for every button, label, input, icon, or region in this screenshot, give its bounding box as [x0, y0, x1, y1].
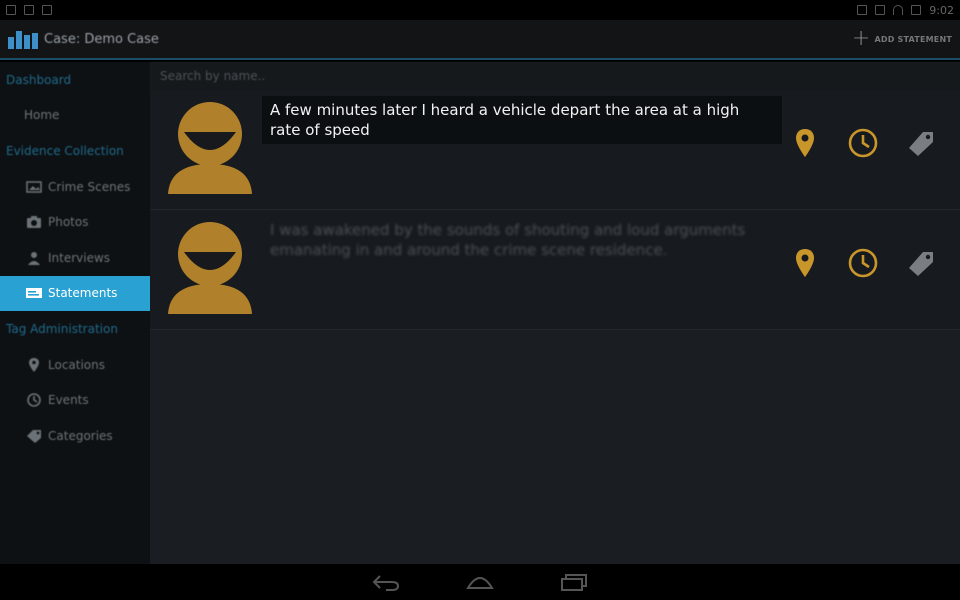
system-nav-bar: [0, 564, 960, 600]
home-icon[interactable]: [464, 570, 496, 594]
sidebar-item-interviews[interactable]: Interviews: [0, 240, 150, 276]
battery-icon: [911, 5, 922, 15]
sidebar-item-label: Events: [48, 393, 89, 408]
statement-icon: [26, 286, 42, 300]
sidebar-item-crime-scenes[interactable]: Crime Scenes: [0, 169, 150, 205]
case-app-icon: [8, 29, 38, 49]
sidebar-item-home[interactable]: Home: [0, 98, 150, 134]
sidebar-item-label: Locations: [48, 357, 106, 372]
sidebar-item-events[interactable]: Events: [0, 382, 150, 418]
statement-text[interactable]: A few minutes later I heard a vehicle de…: [262, 96, 782, 144]
clock-time: 9:02: [929, 3, 954, 17]
download-icon: [24, 5, 34, 15]
sidebar-item-label: Statements: [48, 286, 118, 301]
add-statement-label: ADD STATEMENT: [874, 34, 952, 44]
app-home[interactable]: Case: Demo Case: [8, 29, 159, 49]
clock-icon: [26, 393, 42, 407]
avatar-icon: [164, 98, 256, 194]
notification-image-icon: [6, 5, 16, 15]
sidebar-item-label: Photos: [48, 215, 89, 230]
list-item[interactable]: I was awakened by the sounds of shouting…: [150, 210, 960, 330]
sidebar-item-label: Interviews: [48, 250, 111, 265]
sidebar-item-locations[interactable]: Locations: [0, 347, 150, 383]
case-title: Case: Demo Case: [44, 31, 159, 47]
sidebar: Dashboard Home Evidence Collection Crime…: [0, 62, 150, 564]
sidebar-item-statements[interactable]: Statements: [0, 275, 150, 312]
sidebar-item-photos[interactable]: Photos: [0, 204, 150, 240]
status-bar: 9:02: [0, 0, 960, 20]
section-dashboard: Dashboard: [6, 72, 72, 87]
avatar-icon: [164, 218, 256, 314]
action-bar: Case: Demo Case + ADD STATEMENT: [0, 20, 960, 60]
list-item[interactable]: A few minutes later I heard a vehicle de…: [150, 90, 960, 210]
clock-icon[interactable]: [848, 128, 878, 158]
image-icon: [26, 180, 42, 194]
sidebar-item-label: Categories: [48, 428, 113, 443]
tag-icon[interactable]: [906, 248, 936, 278]
clock-icon[interactable]: [848, 248, 878, 278]
tag-icon: [26, 429, 42, 443]
clipboard-icon: [42, 5, 52, 15]
location-pin-icon[interactable]: [790, 248, 820, 278]
add-statement-button[interactable]: + ADD STATEMENT: [852, 28, 952, 50]
section-tag-administration: Tag Administration: [6, 321, 118, 336]
back-icon[interactable]: [370, 570, 402, 594]
recent-apps-icon[interactable]: [558, 570, 590, 594]
wifi-icon: [893, 5, 904, 15]
sidebar-item-categories[interactable]: Categories: [0, 418, 150, 454]
statement-text[interactable]: I was awakened by the sounds of shouting…: [262, 216, 782, 264]
statements-panel: Search by name.. A few minutes later I h…: [150, 62, 960, 564]
sync-icon: [875, 5, 886, 15]
sidebar-item-label: Home: [24, 108, 60, 123]
camera-icon: [26, 215, 42, 229]
section-evidence-collection: Evidence Collection: [6, 143, 124, 158]
plus-icon: +: [851, 26, 871, 51]
location-pin-icon: [26, 357, 42, 372]
tag-icon[interactable]: [906, 128, 936, 158]
person-icon: [26, 251, 42, 265]
search-input[interactable]: Search by name..: [150, 62, 960, 90]
vibrate-icon: [857, 5, 868, 15]
location-pin-icon[interactable]: [790, 128, 820, 158]
sidebar-item-label: Crime Scenes: [48, 179, 131, 194]
